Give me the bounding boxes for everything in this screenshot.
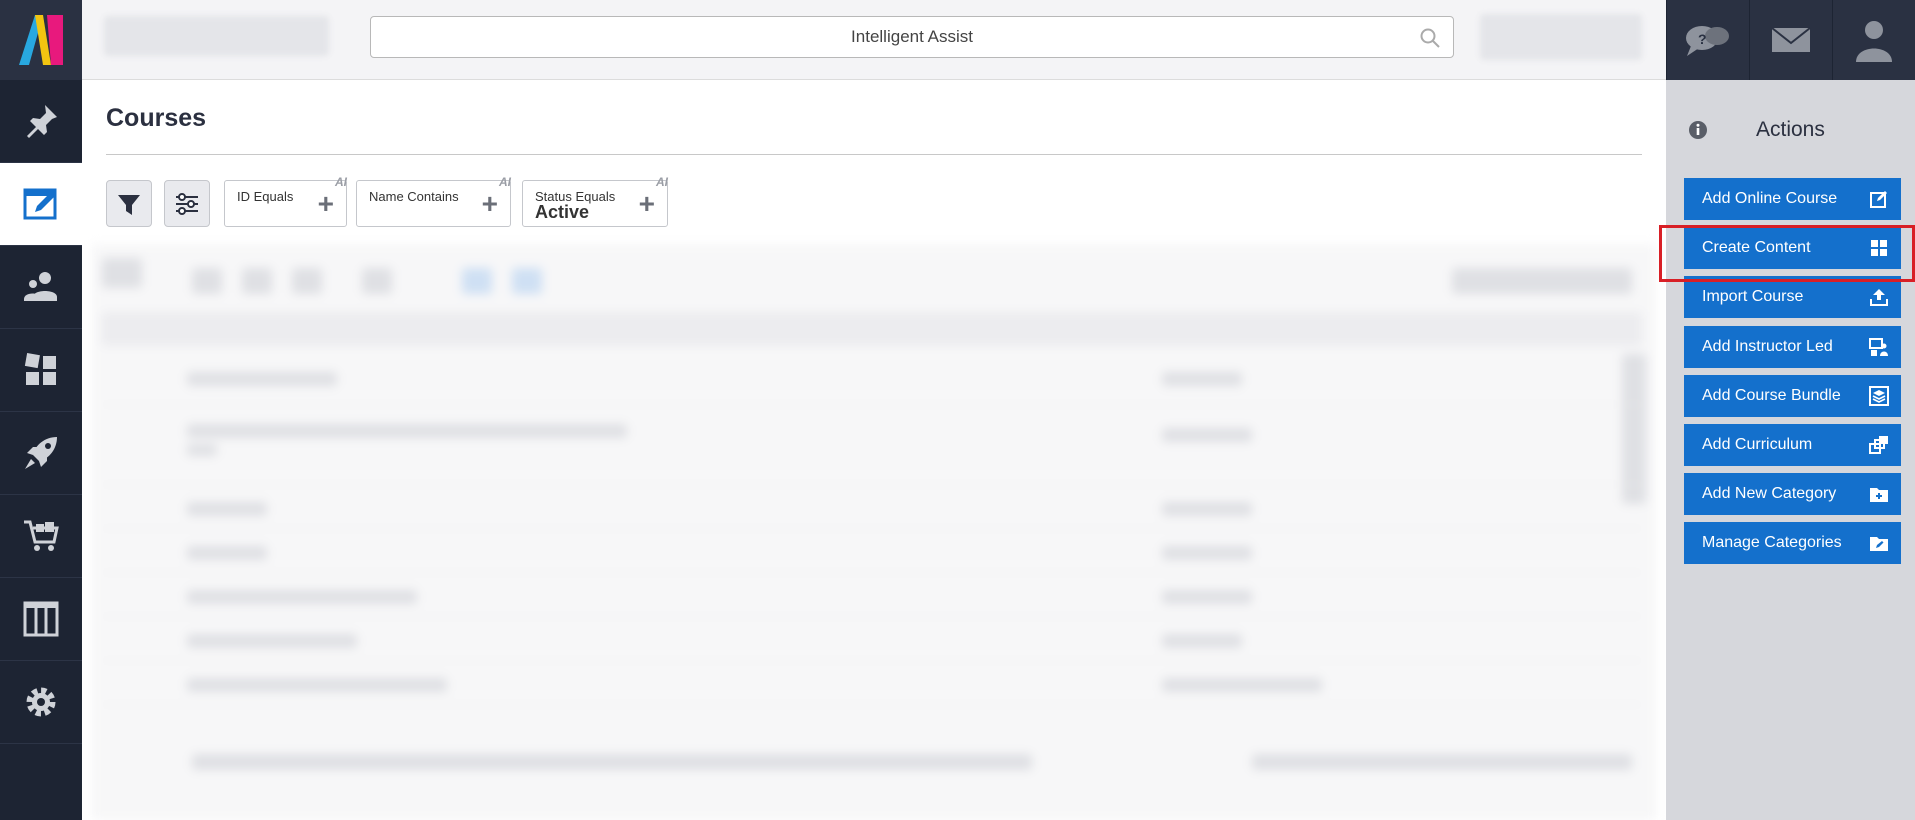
mail-icon	[1771, 27, 1811, 52]
nav-item-dashboard[interactable]	[0, 329, 82, 412]
left-nav	[0, 0, 82, 820]
filter-name-contains[interactable]: Name Contains + AI	[356, 175, 511, 227]
info-icon[interactable]	[1688, 120, 1708, 140]
upload-icon	[1870, 289, 1888, 306]
add-instructor-led-button[interactable]: Add Instructor Led	[1684, 326, 1901, 368]
filter-label: ID Equals	[237, 189, 294, 204]
button-label: Add Online Course	[1702, 190, 1838, 207]
add-online-course-button[interactable]: Add Online Course	[1684, 178, 1901, 220]
curriculum-icon	[1869, 436, 1888, 454]
funnel-icon	[118, 194, 140, 215]
instructor-icon	[1869, 338, 1888, 356]
page-title: Courses	[106, 104, 207, 132]
main-content: Courses ID Equals + AI Name Contains + A…	[82, 80, 1666, 820]
filter-value: Active	[535, 202, 590, 222]
search-icon[interactable]	[1419, 27, 1441, 49]
user-menu-button[interactable]	[1832, 0, 1915, 80]
title-divider	[106, 154, 1642, 155]
actions-panel: Actions Add Online Course Create Content…	[1666, 80, 1915, 820]
user-icon	[1856, 21, 1892, 62]
button-label: Add New Category	[1702, 485, 1837, 502]
ai-badge: AI	[656, 175, 668, 189]
filter-button[interactable]	[106, 180, 152, 227]
nav-item-settings[interactable]	[0, 661, 82, 744]
ai-badge: AI	[499, 175, 511, 189]
nav-item-launch[interactable]	[0, 412, 82, 495]
button-label: Add Course Bundle	[1702, 387, 1841, 404]
top-bar: Intelligent Assist	[82, 0, 1666, 80]
logo-icon	[19, 15, 63, 65]
folder-edit-icon	[1870, 537, 1888, 551]
actions-title: Actions	[1756, 118, 1825, 141]
blurred-user-info	[1480, 14, 1642, 60]
add-course-bundle-button[interactable]: Add Course Bundle	[1684, 375, 1901, 417]
columns-icon	[23, 601, 59, 637]
button-label: Manage Categories	[1702, 534, 1842, 551]
nav-item-users[interactable]	[0, 246, 82, 329]
actions-header	[1688, 120, 1708, 140]
plus-icon[interactable]: +	[639, 190, 655, 218]
button-label: Add Curriculum	[1702, 436, 1813, 453]
filter-label: Name Contains	[369, 189, 459, 204]
pin-icon	[27, 105, 57, 138]
bundle-icon	[1869, 386, 1889, 406]
button-label: Add Instructor Led	[1702, 338, 1833, 355]
plus-icon[interactable]: +	[318, 190, 334, 218]
import-course-button[interactable]: Import Course	[1684, 276, 1901, 318]
edit-icon	[1870, 191, 1887, 208]
rocket-icon	[25, 437, 57, 469]
search-placeholder: Intelligent Assist	[851, 27, 973, 46]
blurred-course-grid	[92, 244, 1656, 820]
button-label: Create Content	[1702, 239, 1811, 256]
search-input[interactable]: Intelligent Assist	[370, 16, 1454, 58]
app-logo[interactable]	[0, 0, 82, 80]
folder-plus-icon	[1870, 488, 1888, 502]
filter-id-equals[interactable]: ID Equals + AI	[224, 175, 347, 227]
nav-item-reports[interactable]	[0, 578, 82, 661]
tiles-icon	[24, 353, 56, 385]
users-icon	[24, 272, 57, 301]
help-chat-button[interactable]: ?	[1666, 0, 1749, 80]
add-curriculum-button[interactable]: Add Curriculum	[1684, 424, 1901, 466]
plus-icon[interactable]: +	[482, 190, 498, 218]
add-new-category-button[interactable]: Add New Category	[1684, 473, 1901, 515]
edit-window-icon	[23, 188, 57, 220]
column-settings-button[interactable]	[164, 180, 210, 227]
help-chat-icon: ?	[1686, 26, 1729, 56]
gear-icon	[26, 687, 56, 717]
button-label: Import Course	[1702, 288, 1804, 305]
nav-item-store[interactable]	[0, 495, 82, 578]
nav-item-pin[interactable]	[0, 80, 82, 163]
top-icon-bar: ?	[1666, 0, 1915, 80]
cart-icon	[24, 520, 59, 551]
tiles-icon	[1871, 240, 1887, 256]
mail-button[interactable]	[1749, 0, 1832, 80]
ai-badge: AI	[335, 175, 347, 189]
sliders-icon	[176, 192, 198, 215]
manage-categories-button[interactable]: Manage Categories	[1684, 522, 1901, 564]
create-content-button[interactable]: Create Content	[1684, 227, 1901, 269]
nav-item-courses[interactable]	[0, 163, 82, 246]
filter-status-equals[interactable]: Status Equals Active + AI	[522, 175, 668, 227]
blurred-account-info	[104, 16, 329, 56]
svg-text:?: ?	[1698, 31, 1707, 47]
